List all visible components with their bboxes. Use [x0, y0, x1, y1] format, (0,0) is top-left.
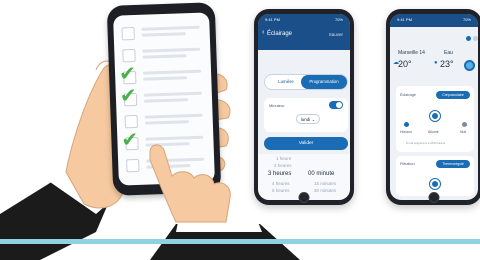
- mode-on[interactable]: Allumé: [428, 130, 439, 134]
- lighting-label: Éclairage: [400, 93, 416, 97]
- page-indicator-dot: [466, 36, 471, 41]
- home-button[interactable]: [298, 192, 310, 203]
- tab-programming[interactable]: Programmation: [301, 75, 347, 89]
- filtration-label: Filtration: [400, 162, 415, 166]
- program-end-note: Fin de programme à 23:00 heures: [406, 142, 446, 145]
- water-temperature: 23°: [440, 59, 454, 69]
- status-time: 9:41 PM: [265, 17, 280, 22]
- water-gauge-icon: [464, 60, 475, 71]
- status-battery: 70%: [462, 17, 471, 22]
- picker-minute-option[interactable]: 30 minutes: [314, 188, 336, 193]
- pool-dashboard-phone: 9:41 PM 70% Marseille 14 Eau ☁ 20° ● 23°…: [386, 9, 480, 205]
- home-button[interactable]: [428, 192, 440, 203]
- air-temperature: 20°: [398, 59, 412, 69]
- filtration-panel: Filtration Thermorégulé: [396, 156, 474, 196]
- app-header: 9:41 PM 70% ‹ Éclairage Sauver: [258, 14, 350, 50]
- thermo-mode-button[interactable]: Thermorégulé: [436, 160, 470, 168]
- lighting-panel: Éclairage Crépusculaire Horizon Allumé N…: [396, 86, 474, 152]
- mode-night[interactable]: Nuit: [460, 130, 466, 134]
- picker-hour-option[interactable]: 1 heure: [276, 156, 291, 161]
- picker-hour-option[interactable]: 2 heures: [274, 163, 292, 168]
- picker-minute-option[interactable]: 15 minutes: [314, 181, 336, 186]
- timer-toggle[interactable]: [329, 101, 343, 109]
- page-indicator-dot: [473, 36, 478, 41]
- lighting-app-phone: 9:41 PM 70% ‹ Éclairage Sauver Lumière P…: [254, 9, 354, 205]
- chevron-down-icon: ⌄: [311, 117, 316, 122]
- picker-hour-option[interactable]: 5 heures: [272, 188, 290, 193]
- day-select[interactable]: lundi ⌄: [296, 114, 320, 124]
- water-label: Eau: [444, 50, 453, 56]
- segmented-tabs: Lumière Programmation: [264, 74, 348, 90]
- city-label: Marseille 14: [398, 50, 425, 56]
- back-chevron-icon[interactable]: ‹: [262, 29, 264, 36]
- status-battery: 70%: [334, 17, 343, 22]
- save-button[interactable]: Sauver: [329, 32, 343, 37]
- status-bar: 9:41 PM 70%: [390, 14, 478, 25]
- illustration-stage: ✔ ✔ ✔ 9:41 PM 70% ‹ Éclairage Sauver Lumiè…: [0, 0, 480, 260]
- page-title: Éclairage: [267, 31, 293, 37]
- water-icon: ●: [434, 60, 438, 66]
- ground-line: [0, 239, 480, 244]
- night-icon[interactable]: [462, 122, 467, 127]
- power-icon-core: [432, 113, 438, 119]
- picker-hour-selected[interactable]: 3 heures: [268, 171, 291, 177]
- timer-label: Minuteur: [269, 103, 285, 108]
- status-bar: 9:41 PM 70%: [258, 14, 350, 25]
- pool-dashboard-screen: 9:41 PM 70% Marseille 14 Eau ☁ 20° ● 23°…: [390, 14, 478, 200]
- picker-minute-selected[interactable]: 00 minute: [308, 171, 334, 177]
- lighting-app-screen: 9:41 PM 70% ‹ Éclairage Sauver Lumière P…: [258, 14, 350, 200]
- twilight-mode-button[interactable]: Crépusculaire: [436, 91, 470, 99]
- mode-horizon[interactable]: Horizon: [400, 130, 412, 134]
- timer-card: Minuteur lundi ⌄: [264, 98, 348, 132]
- filtration-power-icon-core: [432, 181, 438, 187]
- validate-button[interactable]: Valider: [264, 137, 348, 150]
- status-time: 9:41 PM: [397, 17, 412, 22]
- horizon-icon[interactable]: [404, 122, 409, 127]
- picker-hour-option[interactable]: 4 heures: [272, 181, 290, 186]
- app-header: 9:41 PM 70%: [390, 14, 478, 27]
- day-value: lundi: [300, 117, 311, 122]
